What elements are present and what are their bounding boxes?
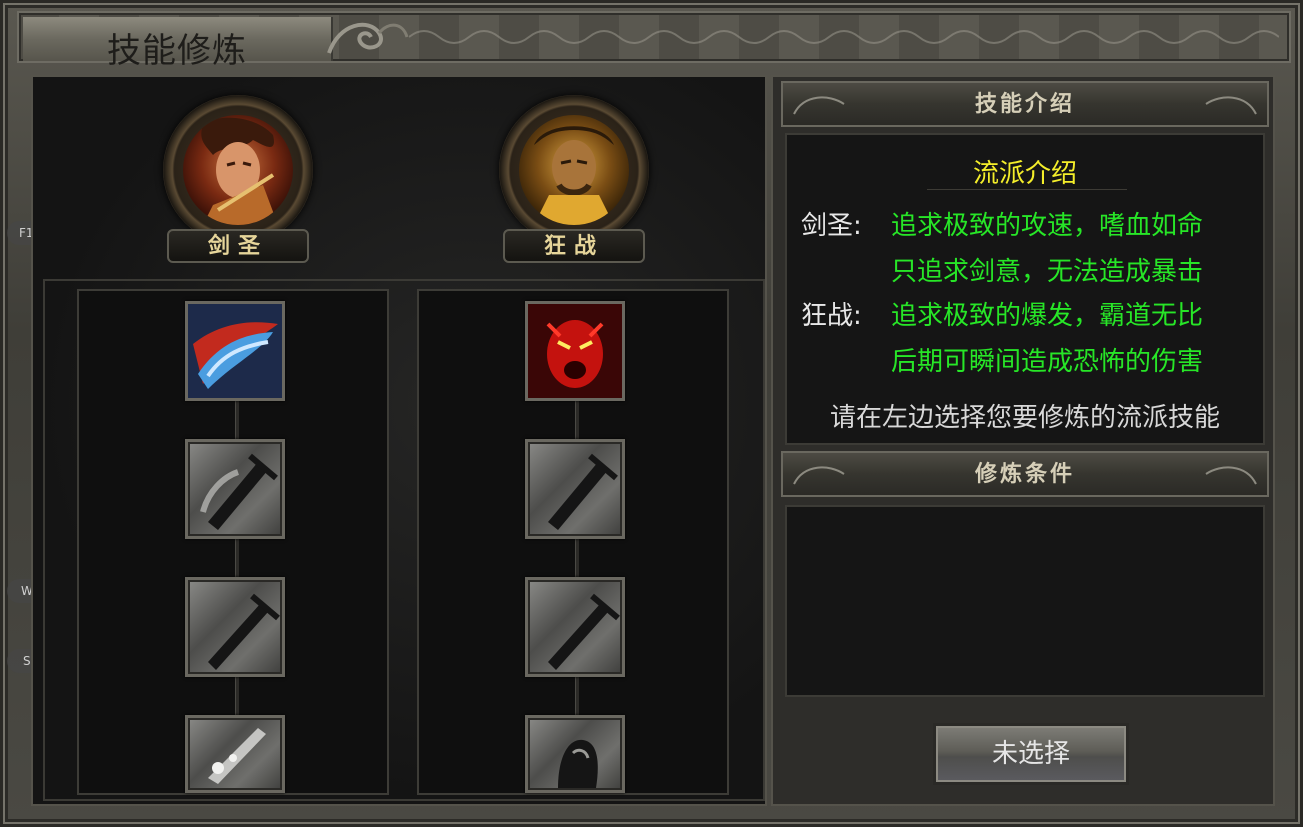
class-portrait-kuangzhan[interactable]: 狂战 — [489, 95, 659, 265]
class-selection-panel: 剑圣 狂战 — [31, 75, 767, 806]
requirements-box — [785, 505, 1265, 697]
class-intro-title: 流派介绍 — [972, 159, 1077, 189]
header-scroll-icon — [1205, 96, 1257, 115]
header-scroll-icon — [1205, 466, 1257, 485]
class-name-jiansheng: 剑圣 — [167, 229, 309, 263]
locked-hooded-figure-icon[interactable] — [525, 715, 625, 793]
class-label-jiansheng: 剑圣: — [801, 211, 862, 241]
skill-tree-area — [43, 279, 765, 801]
locked-shatter-blade-icon[interactable] — [185, 715, 285, 793]
skill-tree-jiansheng — [77, 289, 389, 795]
locked-sword-icon[interactable] — [525, 577, 625, 677]
skill-intro-header: 技能介绍 — [781, 81, 1269, 127]
requirements-header: 修炼条件 — [781, 451, 1269, 497]
skill-connector — [575, 677, 579, 717]
class-description-line: 追求极致的攻速，嗜血如命 — [891, 211, 1204, 241]
skill-connector — [235, 677, 239, 717]
title-divider — [927, 189, 1127, 190]
skill-connector — [235, 401, 239, 441]
class-label-kuangzhan: 狂战: — [801, 301, 862, 331]
title-plate: 技能修炼 — [23, 17, 333, 71]
locked-sword-icon[interactable] — [185, 439, 285, 539]
class-description-line: 只追求剑意，无法造成暴击 — [891, 257, 1204, 287]
info-panel: 技能介绍 流派介绍 剑圣: 追求极致的攻速，嗜血如命 只追求剑意，无法造成暴击 … — [771, 75, 1275, 806]
window-title: 技能修炼 — [107, 31, 247, 71]
swordsman-portrait-icon — [183, 115, 293, 225]
class-description-line: 追求极致的爆发，霸道无比 — [891, 301, 1204, 331]
selection-hint: 请在左边选择您要修炼的流派技能 — [829, 403, 1220, 433]
locked-sword-icon[interactable] — [185, 577, 285, 677]
blue-blade-slash-icon[interactable] — [185, 301, 285, 401]
title-bar: 技能修炼 — [17, 11, 1291, 71]
red-rage-demon-icon[interactable] — [525, 301, 625, 401]
title-pattern-decoration — [409, 30, 1279, 44]
class-description-line: 后期可瞬间造成恐怖的伤害 — [891, 347, 1204, 377]
skill-tree-kuangzhan — [417, 289, 729, 795]
requirements-title: 修炼条件 — [974, 461, 1075, 487]
class-intro-box: 流派介绍 剑圣: 追求极致的攻速，嗜血如命 只追求剑意，无法造成暴击 狂战: 追… — [785, 133, 1265, 445]
skill-intro-title: 技能介绍 — [974, 91, 1075, 117]
class-name-kuangzhan: 狂战 — [503, 229, 645, 263]
hotkey-s-label: S — [23, 654, 31, 668]
skill-connector — [575, 401, 579, 441]
berserker-portrait-icon — [519, 115, 629, 225]
locked-sword-icon[interactable] — [525, 439, 625, 539]
class-portrait-jiansheng[interactable]: 剑圣 — [153, 95, 323, 265]
scroll-ornament-icon — [327, 22, 409, 54]
train-select-button[interactable]: 未选择 — [933, 723, 1129, 785]
skill-connector — [575, 539, 579, 579]
skill-training-window: 技能修炼 F11 F9 W D S — [0, 0, 1303, 827]
skill-connector — [235, 539, 239, 579]
